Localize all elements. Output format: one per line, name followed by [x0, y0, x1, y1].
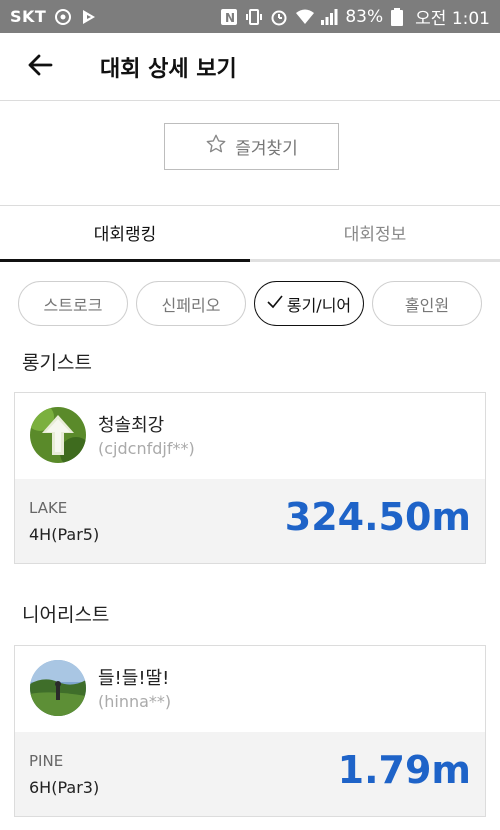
chip-hole-in-one[interactable]: 홀인원	[372, 281, 482, 326]
hole-info: 4H(Par5)	[29, 525, 100, 544]
arrow-left-icon	[27, 53, 53, 81]
nfc-icon: N	[220, 8, 238, 26]
hole-info: 6H(Par3)	[29, 778, 100, 797]
distance-value: 324.50m	[284, 495, 471, 539]
svg-text:N: N	[225, 11, 235, 25]
player-id: (hinna**)	[98, 692, 172, 711]
carrier-label: SKT	[10, 7, 47, 26]
star-icon	[205, 133, 227, 160]
chip-longest-nearest[interactable]: 롱기/니어	[254, 281, 364, 326]
player-id: (cjdcnfdjf**)	[98, 439, 195, 458]
favorite-section: 즐겨찾기	[0, 101, 500, 206]
avatar	[30, 660, 86, 716]
clock: 오전 1:01	[415, 9, 490, 29]
back-button[interactable]	[20, 47, 60, 87]
distance-value: 1.79m	[337, 748, 471, 792]
longest-card[interactable]: 청솔최강 (cjdcnfdjf**) LAKE 4H(Par5) 324.50m	[14, 392, 486, 564]
battery-percent: 83%	[345, 6, 384, 27]
player-name: 들!들!딸!	[98, 668, 170, 689]
status-bar: SKT N 83% 오전 1:01	[0, 0, 500, 33]
course-name: LAKE	[29, 499, 68, 517]
app-header: 대회 상세 보기	[0, 33, 500, 101]
signal-icon	[320, 8, 338, 26]
chip-longest-nearest-label: 롱기/니어	[286, 295, 352, 315]
battery-icon	[390, 7, 408, 26]
nearest-card[interactable]: 들!들!딸! (hinna**) PINE 6H(Par3) 1.79m	[14, 645, 486, 817]
alarm-icon	[270, 8, 288, 26]
flag-icon	[80, 8, 98, 26]
check-icon	[267, 294, 283, 313]
tab-info[interactable]: 대회정보	[250, 206, 500, 262]
player-name: 청솔최강	[98, 415, 165, 436]
tab-ranking[interactable]: 대회랭킹	[0, 206, 250, 262]
sync-icon	[54, 8, 72, 26]
nearest-section-title: 니어리스트	[22, 604, 110, 626]
filter-chips: 스트로크 신페리오 롱기/니어 홀인원	[18, 281, 482, 326]
avatar	[30, 407, 86, 463]
chip-hole-in-one-label: 홀인원	[404, 295, 450, 315]
chip-stroke[interactable]: 스트로크	[18, 281, 128, 326]
vibrate-icon	[245, 8, 263, 26]
course-name: PINE	[29, 752, 64, 770]
favorite-button[interactable]: 즐겨찾기	[164, 123, 339, 170]
chip-new-perio-label: 신페리오	[161, 295, 221, 315]
chip-new-perio[interactable]: 신페리오	[136, 281, 246, 326]
chip-stroke-label: 스트로크	[43, 295, 103, 315]
longest-section-title: 롱기스트	[22, 352, 92, 374]
tab-bar: 대회랭킹 대회정보	[0, 206, 500, 262]
page-title: 대회 상세 보기	[100, 56, 237, 82]
wifi-icon	[295, 8, 315, 26]
favorite-label: 즐겨찾기	[235, 139, 298, 159]
